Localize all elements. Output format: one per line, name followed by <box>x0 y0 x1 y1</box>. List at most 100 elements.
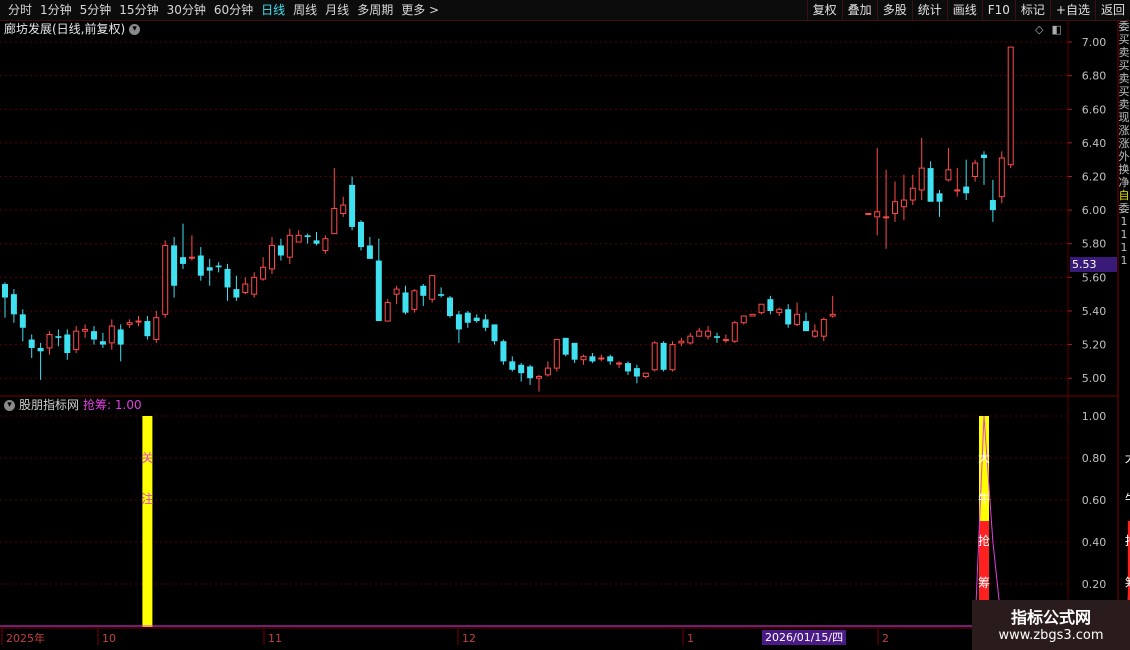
indicator-name: 股朋指标网 <box>19 398 80 412</box>
candle-body-up <box>153 317 160 341</box>
side-strip-char: 1 <box>1120 215 1128 228</box>
side-strip-char: 外 <box>1118 150 1130 163</box>
side-strip-char: 卖 <box>1118 46 1130 59</box>
crosshair-date-tag: 2026/01/15/四 <box>762 630 847 645</box>
candle-body-down <box>633 368 640 377</box>
candle-body-down <box>19 314 26 328</box>
candle-body-up <box>794 313 801 325</box>
price-tick-label: 6.60 <box>1082 103 1107 116</box>
candle-body-down <box>64 334 71 353</box>
candle-body-down <box>714 336 720 338</box>
candle-body-down <box>464 312 471 323</box>
indicator-tick-label: 1.00 <box>1082 410 1107 423</box>
candle-body-up <box>260 266 267 280</box>
candle-body-up <box>46 333 53 349</box>
candle-body-up <box>678 340 685 344</box>
candle-body-up <box>331 207 338 235</box>
candle-body-down <box>215 265 222 268</box>
candle-body-up <box>322 238 329 251</box>
candlestick-series <box>2 46 1014 392</box>
candle-body-down <box>420 285 427 296</box>
indicator-tick-label: 0.20 <box>1082 578 1107 591</box>
candle-body-down <box>936 193 943 202</box>
side-strip-char: 涨 <box>1118 137 1130 150</box>
candle-body-up <box>909 187 916 201</box>
signal-char: 关 <box>141 451 153 465</box>
candle-body-up <box>874 211 881 218</box>
candle-body-down <box>28 339 35 348</box>
candle-body-up <box>820 318 827 337</box>
side-strip-char: 现 <box>1118 111 1130 124</box>
candle-body-down <box>562 337 569 355</box>
candle-body-down <box>482 319 489 328</box>
side-strip-char: 卖 <box>1118 72 1130 85</box>
candle-body-down <box>197 255 204 276</box>
price-tick-label: 5.60 <box>1082 271 1107 284</box>
candle-body-down <box>927 168 934 202</box>
candle-body-down <box>91 331 97 340</box>
candle-body-down <box>438 294 445 296</box>
candle-body-down <box>607 356 614 362</box>
candle-body-up <box>251 276 258 295</box>
candle-body-up <box>340 204 347 214</box>
candle-body-down <box>473 317 480 322</box>
indicator-title[interactable]: ▾ 股朋指标网 抢筹: 1.00 <box>4 398 142 412</box>
side-strip-char: 1 <box>1120 241 1128 254</box>
candle-body-down <box>803 321 809 332</box>
candle-body-up <box>892 201 898 214</box>
signal-char: 注 <box>141 491 153 506</box>
side-strip-char: 卖 <box>1118 98 1130 111</box>
candle-body-up <box>126 322 133 325</box>
side-strip-char: 自 <box>1118 189 1130 202</box>
candle-body-up <box>865 212 872 215</box>
candle-body-down <box>785 309 792 325</box>
watermark-url: www.zbgs3.com <box>998 628 1104 643</box>
candle-body-down <box>55 336 62 338</box>
side-info-strip: 委买卖买卖买卖现涨涨外换净自委1111 <box>1118 20 1130 630</box>
candle-body-down <box>144 321 151 337</box>
candle-body-down <box>277 245 284 256</box>
time-tick-label: 12 <box>462 632 476 645</box>
candle-body-down <box>171 245 178 286</box>
candle-body-up <box>749 313 756 317</box>
watermark-title: 指标公式网 <box>1010 608 1091 627</box>
price-tick-label: 5.40 <box>1082 305 1107 318</box>
candle-body-down <box>206 267 213 271</box>
candle-body-up <box>731 322 738 342</box>
current-price-tag: 5.53 <box>1070 257 1117 272</box>
side-strip-char: 换 <box>1118 163 1130 176</box>
candle-body-down <box>767 299 774 311</box>
chevron-down-icon[interactable]: ▾ <box>4 400 15 411</box>
candle-body-up <box>1007 46 1014 166</box>
kline-chart[interactable]: 关注大牛抢筹大牛抢筹 7.006.806.606.406.206.005.805… <box>0 0 1130 650</box>
candle-body-down <box>366 245 373 259</box>
candle-body-down <box>358 221 364 248</box>
candle-body-up <box>722 339 729 342</box>
candle-body-up <box>811 330 818 337</box>
candle-body-down <box>224 268 231 288</box>
time-tick-label: 1 <box>687 632 694 645</box>
candle-body-down <box>660 342 667 370</box>
indicator-param: 抢筹: 1.00 <box>83 398 142 412</box>
candle-body-up <box>696 330 703 337</box>
price-tick-label: 7.00 <box>1082 36 1107 49</box>
candle-body-up <box>393 288 400 295</box>
candle-body-up <box>544 367 551 376</box>
candle-body-down <box>447 297 453 317</box>
candle-body-up <box>108 325 115 344</box>
side-strip-char: 净 <box>1118 176 1130 189</box>
candle-body-down <box>571 342 578 360</box>
candle-body-down <box>589 356 596 362</box>
candle-body-up <box>883 216 890 219</box>
candle-body-up <box>829 313 836 317</box>
indicator-tick-label: 0.40 <box>1082 536 1107 549</box>
candle-body-up <box>242 283 249 293</box>
candle-body-down <box>180 257 186 264</box>
candle-body-down <box>99 341 106 345</box>
chart-grid <box>0 20 1119 650</box>
indicator-bar <box>142 416 153 627</box>
price-tick-label: 5.00 <box>1082 372 1107 385</box>
side-strip-char: 买 <box>1118 85 1130 98</box>
price-tick-label: 5.80 <box>1082 238 1107 251</box>
side-strip-char: 涨 <box>1118 124 1130 137</box>
